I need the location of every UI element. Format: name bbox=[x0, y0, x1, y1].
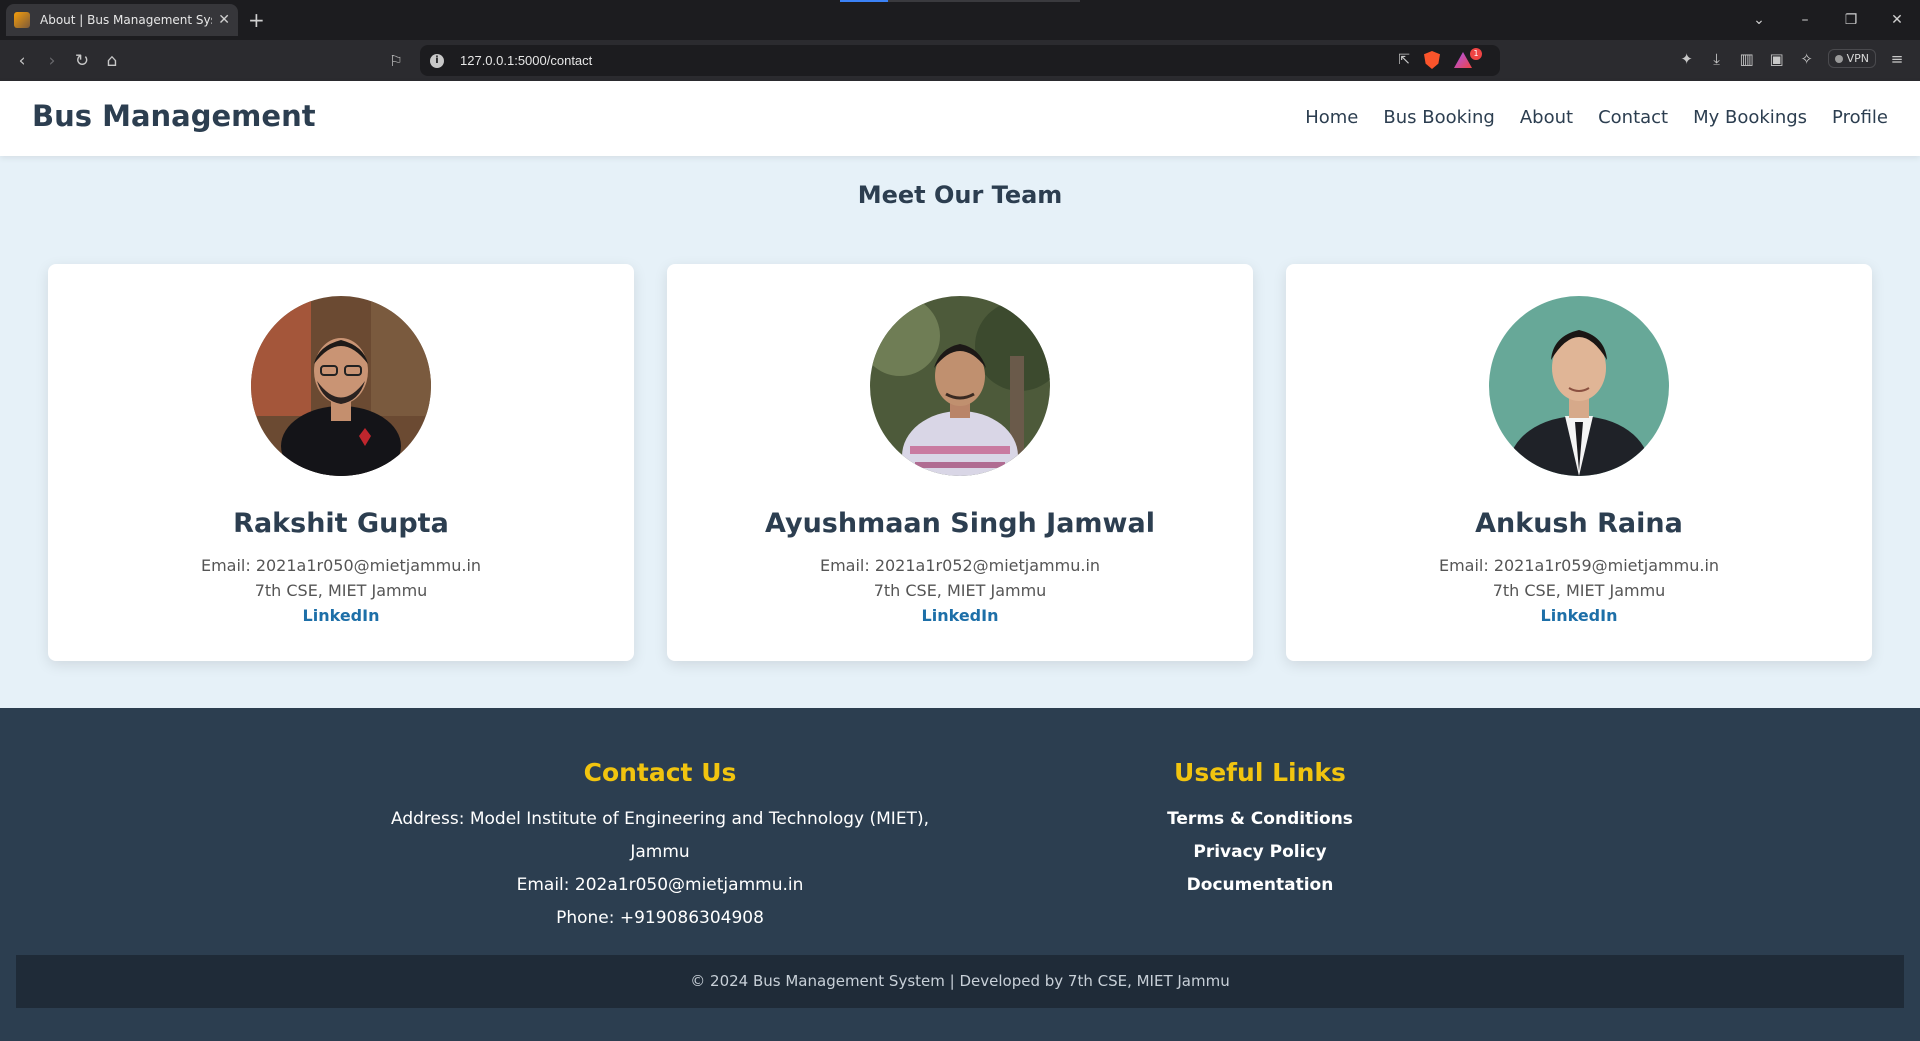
footer-links-section: Useful Links Terms & Conditions Privacy … bbox=[1110, 758, 1410, 902]
nav-bus-booking[interactable]: Bus Booking bbox=[1383, 107, 1495, 128]
member-email: Email: 2021a1r052@mietjammu.in bbox=[819, 556, 1101, 575]
footer-link-documentation[interactable]: Documentation bbox=[1110, 869, 1410, 902]
member-name: Ayushmaan Singh Jamwal bbox=[765, 508, 1155, 539]
toolbar-actions: ✦ ⤓ ▥ ▣ ✧ VPN ≡ bbox=[1678, 49, 1906, 68]
leo-ai-icon[interactable]: ✧ bbox=[1798, 50, 1816, 68]
linkedin-link[interactable]: LinkedIn bbox=[48, 606, 634, 625]
nav-my-bookings[interactable]: My Bookings bbox=[1693, 107, 1807, 128]
nav-home[interactable]: Home bbox=[1305, 107, 1358, 128]
close-tab-icon[interactable]: ✕ bbox=[218, 12, 230, 28]
site-footer: Contact Us Address: Model Institute of E… bbox=[0, 708, 1920, 1041]
favicon-icon bbox=[14, 12, 30, 28]
tab-title: About | Bus Management System bbox=[40, 13, 212, 27]
nav-about[interactable]: About bbox=[1520, 107, 1573, 128]
team-card: Ayushmaan Singh Jamwal Email: 2021a1r052… bbox=[667, 264, 1253, 661]
window-controls: ⌄ – ❐ ✕ bbox=[1736, 0, 1920, 40]
tab-strip-track bbox=[888, 0, 1080, 2]
site-header: Bus Management Home Bus Booking About Co… bbox=[0, 81, 1920, 156]
url-text[interactable]: 127.0.0.1:5000/contact bbox=[460, 53, 592, 68]
nav-profile[interactable]: Profile bbox=[1832, 107, 1888, 128]
minimize-icon[interactable]: – bbox=[1782, 12, 1828, 28]
browser-toolbar: ‹ › ↻ ⌂ ⚐ i 127.0.0.1:5000/contact ⇱ 1 ✦… bbox=[0, 40, 1920, 81]
back-icon[interactable]: ‹ bbox=[10, 49, 34, 73]
main-nav: Home Bus Booking About Contact My Bookin… bbox=[1305, 107, 1888, 128]
team-card: Ankush Raina Email: 2021a1r059@mietjammu… bbox=[1286, 264, 1872, 661]
share-icon[interactable]: ⇱ bbox=[1398, 52, 1410, 68]
member-photo bbox=[251, 296, 431, 476]
vpn-status-icon bbox=[1834, 54, 1843, 63]
tab-strip-indicator bbox=[840, 0, 888, 2]
member-name: Rakshit Gupta bbox=[233, 508, 449, 539]
new-tab-icon[interactable]: + bbox=[248, 8, 265, 32]
rewards-badge: 1 bbox=[1470, 48, 1482, 60]
sidebar-icon[interactable]: ▥ bbox=[1738, 50, 1756, 68]
member-email: Email: 2021a1r059@mietjammu.in bbox=[1438, 556, 1720, 575]
footer-contact-section: Contact Us Address: Model Institute of E… bbox=[360, 758, 960, 935]
member-photo bbox=[1489, 296, 1669, 476]
member-department: 7th CSE, MIET Jammu bbox=[873, 581, 1047, 600]
footer-link-terms[interactable]: Terms & Conditions bbox=[1110, 803, 1410, 836]
team-card: Rakshit Gupta Email: 2021a1r050@mietjamm… bbox=[48, 264, 634, 661]
menu-icon[interactable]: ≡ bbox=[1888, 50, 1906, 68]
brand-logo[interactable]: Bus Management bbox=[32, 99, 316, 133]
restore-icon[interactable]: ❐ bbox=[1828, 12, 1874, 28]
browser-tab[interactable]: About | Bus Management System ✕ bbox=[6, 4, 238, 36]
close-window-icon[interactable]: ✕ bbox=[1874, 12, 1920, 28]
address-bar-actions: ⇱ bbox=[1398, 51, 1472, 69]
bookmark-icon[interactable]: ⚐ bbox=[386, 49, 406, 73]
linkedin-link[interactable]: LinkedIn bbox=[1286, 606, 1872, 625]
reload-icon[interactable]: ↻ bbox=[70, 49, 94, 73]
footer-address: Address: Model Institute of Engineering … bbox=[391, 809, 929, 862]
footer-phone: Phone: +919086304908 bbox=[556, 908, 764, 928]
member-name: Ankush Raina bbox=[1475, 508, 1683, 539]
extensions-icon[interactable]: ✦ bbox=[1678, 50, 1696, 68]
footer-links-heading: Useful Links bbox=[1174, 758, 1346, 787]
footer-email: Email: 202a1r050@mietjammu.in bbox=[516, 875, 804, 895]
member-department: 7th CSE, MIET Jammu bbox=[254, 581, 428, 600]
wallet-icon[interactable]: ▣ bbox=[1768, 50, 1786, 68]
home-icon[interactable]: ⌂ bbox=[100, 49, 124, 73]
site-info-icon[interactable]: i bbox=[430, 53, 444, 68]
address-bar[interactable]: i 127.0.0.1:5000/contact ⇱ bbox=[420, 45, 1500, 76]
footer-link-privacy[interactable]: Privacy Policy bbox=[1110, 836, 1410, 869]
tab-search-icon[interactable]: ⌄ bbox=[1736, 12, 1782, 28]
footer-contact-heading: Contact Us bbox=[583, 758, 737, 787]
member-photo bbox=[870, 296, 1050, 476]
browser-tab-bar: About | Bus Management System ✕ + ⌄ – ❐ … bbox=[0, 0, 1920, 40]
team-section-title: Meet Our Team bbox=[857, 181, 1063, 209]
vpn-button[interactable]: VPN bbox=[1827, 49, 1876, 68]
linkedin-link[interactable]: LinkedIn bbox=[667, 606, 1253, 625]
brave-shields-icon[interactable] bbox=[1424, 51, 1440, 69]
forward-icon[interactable]: › bbox=[40, 49, 64, 73]
vpn-label: VPN bbox=[1846, 52, 1869, 65]
nav-contact[interactable]: Contact bbox=[1598, 107, 1668, 128]
downloads-icon[interactable]: ⤓ bbox=[1708, 50, 1726, 68]
member-department: 7th CSE, MIET Jammu bbox=[1492, 581, 1666, 600]
footer-copyright: © 2024 Bus Management System | Developed… bbox=[16, 955, 1904, 1008]
member-email: Email: 2021a1r050@mietjammu.in bbox=[200, 556, 482, 575]
